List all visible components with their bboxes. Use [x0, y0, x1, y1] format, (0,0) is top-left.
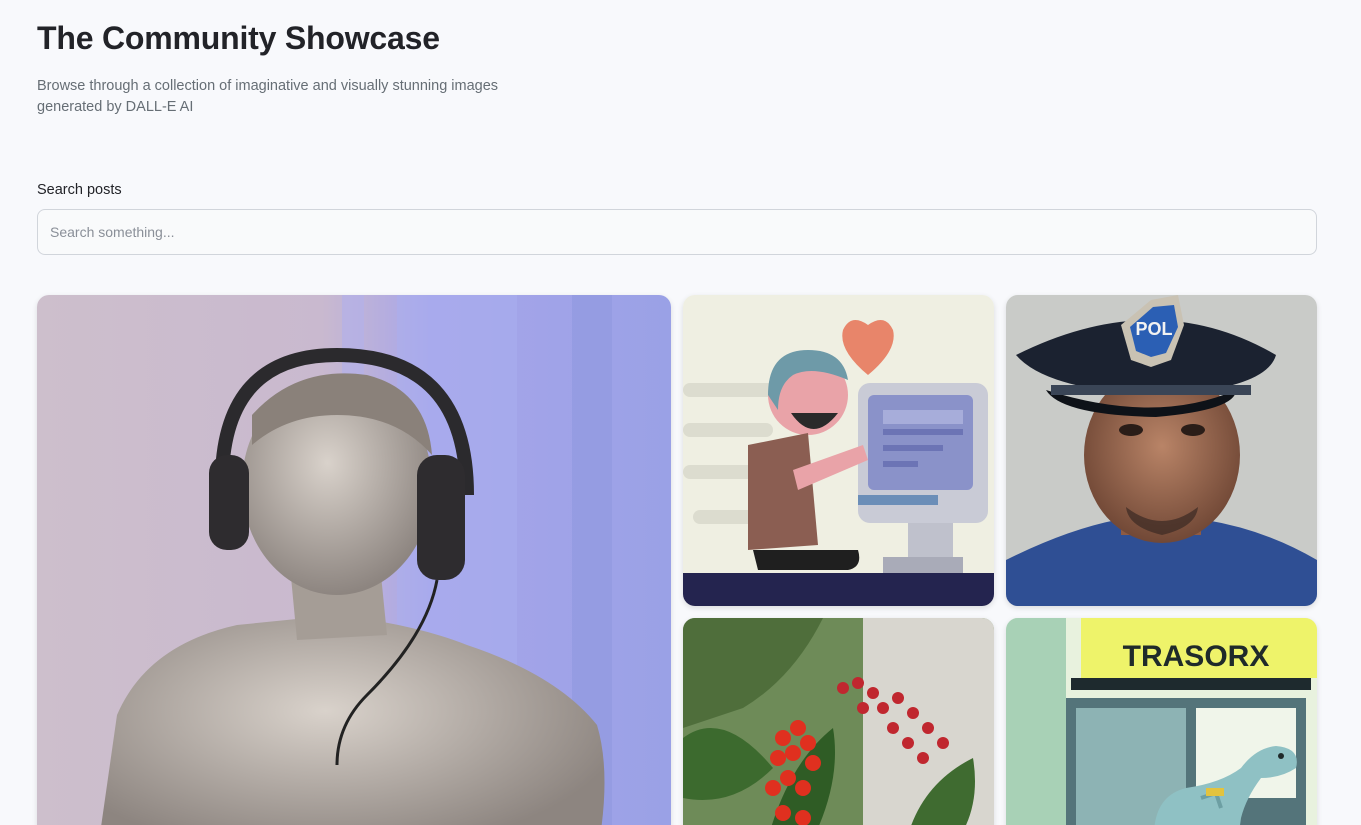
gallery-card-flowers[interactable]	[683, 618, 994, 825]
gallery-card-dinosaur[interactable]: TRASORX	[1006, 618, 1317, 825]
gallery-card-statue[interactable]	[37, 295, 671, 825]
gallery-card-police[interactable]: POL	[1006, 295, 1317, 606]
cartoon-computer-image	[683, 295, 994, 606]
police-officer-image: POL	[1006, 295, 1317, 606]
flowers-image	[683, 618, 994, 825]
badge-text: POL	[1135, 319, 1172, 339]
search-input[interactable]	[37, 209, 1317, 255]
statue-image	[37, 295, 671, 825]
community-showcase-page: The Community Showcase Browse through a …	[0, 0, 1361, 825]
dinosaur-kiosk-image: TRASORX	[1006, 618, 1317, 825]
page-subtitle: Browse through a collection of imaginati…	[37, 78, 499, 115]
kiosk-sign-text: TRASORX	[1123, 640, 1270, 673]
page-title: The Community Showcase	[37, 20, 440, 56]
gallery-card-cartoon[interactable]	[683, 295, 994, 606]
search-label: Search posts	[37, 182, 122, 198]
